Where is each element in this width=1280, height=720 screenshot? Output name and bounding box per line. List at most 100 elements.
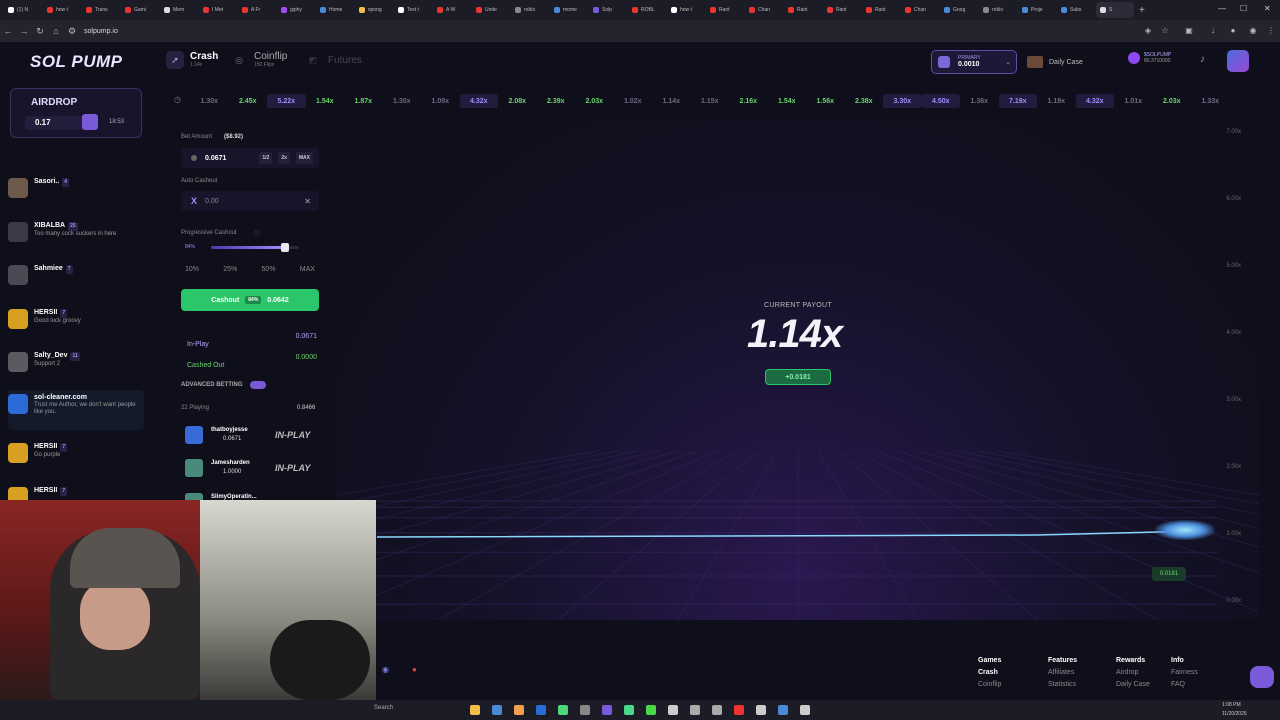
chat-username[interactable]: Salty_Dev	[34, 352, 67, 359]
avatar[interactable]	[8, 443, 28, 463]
chat-bubble-icon[interactable]	[1250, 666, 1274, 688]
chat-username[interactable]: HERSII	[34, 309, 57, 316]
download-icon[interactable]: ↓	[1208, 26, 1218, 36]
multiplier-chip[interactable]: 1.33x	[1191, 94, 1230, 108]
nav-futures[interactable]: ◩ Futures	[304, 51, 362, 69]
progressive-slider[interactable]	[211, 243, 299, 252]
browser-tab[interactable]: roblo	[511, 2, 549, 18]
multiplier-chip[interactable]: 1.02x	[614, 94, 653, 108]
multiplier-chip[interactable]: 1.87x	[344, 94, 383, 108]
clear-icon[interactable]: ✕	[304, 197, 311, 206]
browser-tab[interactable]: Rant	[706, 2, 744, 18]
taskbar-app-icon[interactable]	[602, 705, 612, 715]
multiplier-chip[interactable]: 2.38x	[845, 94, 884, 108]
multiplier-chip[interactable]: 1.19x	[1037, 94, 1076, 108]
taskbar-app-icon[interactable]	[712, 705, 722, 715]
reload-icon[interactable]: ↻	[32, 26, 48, 37]
max-button[interactable]: MAX	[295, 152, 313, 164]
extensions-icon[interactable]: ▣	[1184, 26, 1194, 36]
footer-link[interactable]: Affiliates	[1048, 669, 1077, 676]
site-logo[interactable]: SOL PUMP	[30, 52, 122, 72]
multiplier-chip[interactable]: 1.36x	[960, 94, 999, 108]
profile2-icon[interactable]: ◉	[1248, 26, 1258, 36]
multiplier-chip[interactable]: 4.32x	[1075, 94, 1114, 108]
taskbar-app-icon[interactable]	[800, 705, 810, 715]
footer-link[interactable]: Daily Case	[1116, 681, 1150, 688]
preset-10[interactable]: 10%	[185, 266, 199, 273]
multiplier-chip[interactable]: 4.50x	[921, 94, 960, 108]
footer-link[interactable]: Coinflip	[978, 681, 1001, 688]
footer-link[interactable]: Airdrop	[1116, 669, 1150, 676]
taskbar-search[interactable]: Search	[374, 705, 393, 711]
avatar[interactable]	[8, 352, 28, 372]
multiplier-chip[interactable]: 2.08x	[498, 94, 537, 108]
cashout-button[interactable]: Cashout 84% 0.0642	[181, 289, 319, 311]
chat-username[interactable]: Sasori..	[34, 178, 59, 185]
back-icon[interactable]: ←	[0, 26, 16, 36]
multiplier-chip[interactable]: 1.01x	[1114, 94, 1153, 108]
browser-tab[interactable]: how t	[667, 2, 705, 18]
browser-tab[interactable]: (1) N	[4, 2, 42, 18]
avatar[interactable]	[8, 394, 28, 414]
double-button[interactable]: 2x	[278, 152, 290, 164]
multiplier-chip[interactable]: 1.54x	[768, 94, 807, 108]
user-avatar[interactable]	[1227, 50, 1249, 72]
solpump-balance[interactable]: $SOLPUMP 80.3710000	[1128, 52, 1171, 64]
browser-tab[interactable]: Proje	[1018, 2, 1056, 18]
airdrop-card[interactable]: AIRDROP 0.17 18:53	[10, 88, 142, 138]
multiplier-chip[interactable]: 1.54x	[306, 94, 345, 108]
avatar[interactable]	[185, 426, 203, 444]
multiplier-chip[interactable]: 3.30x	[883, 94, 922, 108]
history-icon[interactable]: ◷	[174, 95, 181, 104]
avatar[interactable]	[185, 459, 203, 477]
chat-username[interactable]: XIBALBA	[34, 222, 65, 229]
extension-icon[interactable]: ◈	[1143, 26, 1153, 36]
taskbar-app-icon[interactable]	[646, 705, 656, 715]
taskbar-app-icon[interactable]	[514, 705, 524, 715]
bell-icon[interactable]: ♪	[1200, 54, 1205, 65]
advanced-betting-toggle[interactable]	[250, 381, 266, 389]
footer-link[interactable]: Fairness	[1171, 669, 1198, 676]
multiplier-chip[interactable]: 1.56x	[806, 94, 845, 108]
preset-50[interactable]: 50%	[262, 266, 276, 273]
bookmark-star-icon[interactable]: ☆	[1160, 26, 1170, 36]
multiplier-chip[interactable]: 1.14x	[652, 94, 691, 108]
taskbar-app-icon[interactable]	[470, 705, 480, 715]
url-field[interactable]: solpump.io	[84, 28, 118, 35]
site-info-icon[interactable]: ⚙	[64, 26, 80, 37]
browser-tab[interactable]: Gami	[121, 2, 159, 18]
taskbar-app-icon[interactable]	[558, 705, 568, 715]
browser-tab[interactable]: Rant	[784, 2, 822, 18]
multiplier-chip[interactable]: 2.39x	[537, 94, 576, 108]
taskbar-app-icon[interactable]	[668, 705, 678, 715]
nav-coinflip[interactable]: ◎ Coinflip 150 Flips	[230, 51, 287, 69]
browser-tab[interactable]: Trans	[82, 2, 120, 18]
taskbar-app-icon[interactable]	[624, 705, 634, 715]
minimize-icon[interactable]: —	[1218, 4, 1226, 13]
multiplier-chip[interactable]: 4.32x	[459, 94, 498, 108]
forward-icon[interactable]: →	[16, 26, 32, 36]
menu-icon[interactable]: ⋮	[1266, 26, 1276, 36]
chat-username[interactable]: sol-cleaner.com	[34, 394, 87, 401]
multiplier-chip[interactable]: 2.03x	[575, 94, 614, 108]
avatar[interactable]	[8, 265, 28, 285]
browser-tab[interactable]: Rant	[862, 2, 900, 18]
browser-tab[interactable]: roblo	[979, 2, 1017, 18]
daily-case-button[interactable]: Daily Case	[1027, 52, 1121, 72]
browser-tab[interactable]: spong	[355, 2, 393, 18]
footer-link[interactable]: Statistics	[1048, 681, 1077, 688]
multiplier-chip[interactable]: 2.03x	[1153, 94, 1192, 108]
taskbar-app-icon[interactable]	[734, 705, 744, 715]
progressive-slider-handle[interactable]	[280, 243, 289, 252]
close-icon[interactable]: ✕	[1264, 4, 1271, 13]
chat-username[interactable]: HERSII	[34, 443, 57, 450]
browser-tab[interactable]: S	[1096, 2, 1134, 18]
taskbar-app-icon[interactable]	[536, 705, 546, 715]
browser-tab[interactable]: A W	[433, 2, 471, 18]
airdrop-button[interactable]	[82, 114, 98, 130]
multiplier-chip[interactable]: 2.45x	[229, 94, 268, 108]
browser-tab[interactable]: Home	[316, 2, 354, 18]
taskbar-app-icon[interactable]	[492, 705, 502, 715]
multiplier-chip[interactable]: 5.22x	[267, 94, 306, 108]
browser-tab[interactable]: I Met	[199, 2, 237, 18]
